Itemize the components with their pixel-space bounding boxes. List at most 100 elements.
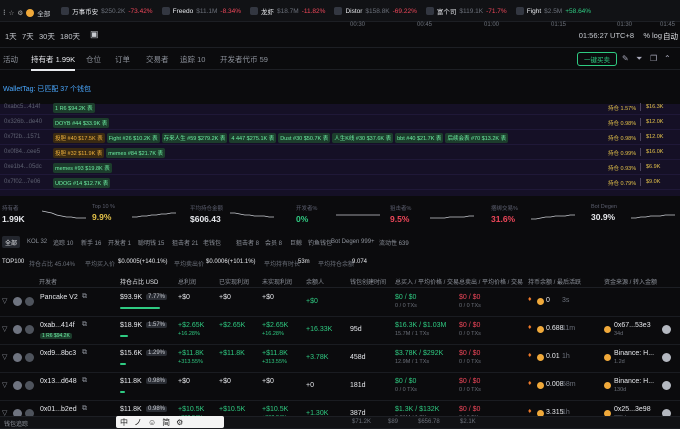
wallet-tag[interactable]: Dust #30 $50.7K 表 bbox=[278, 133, 331, 143]
holder-name[interactable]: Pancake V2 bbox=[40, 294, 78, 301]
wallet-address[interactable]: 0x7f2b...1571 bbox=[4, 134, 40, 140]
quick-buy-button[interactable]: 一键买卖 bbox=[577, 52, 617, 66]
ime-toolbar[interactable]: 中 ノ ☺ 简 ⚙ bbox=[116, 416, 224, 428]
filter-chip[interactable]: 老钱包 bbox=[200, 236, 224, 248]
ticker-filter[interactable]: 全部 bbox=[37, 8, 50, 18]
tab-orders[interactable]: 订单 bbox=[115, 54, 130, 65]
filter-chip[interactable]: 狙击者 21 bbox=[169, 236, 201, 248]
auto-toggle[interactable]: 自动 bbox=[663, 31, 678, 42]
filter-chip[interactable]: 追踪 10 bbox=[50, 236, 76, 248]
filter-icon[interactable]: ⏷ bbox=[636, 54, 645, 63]
filter-chip[interactable]: 巨鲸 bbox=[287, 236, 305, 248]
ticker-item[interactable]: 万事币安 $250.2K -73.42% bbox=[61, 0, 153, 21]
col-header[interactable]: 持仓占比 USD bbox=[120, 277, 158, 286]
settings-icon[interactable]: ⚙ bbox=[17, 9, 23, 17]
filter-chip[interactable]: Bot Degen 999+ bbox=[328, 236, 378, 248]
ticker-item[interactable]: 龙虾 $18.7M -11.82% bbox=[250, 0, 325, 21]
table-row[interactable]: ▽ 0xd9...8bc3 ⧉ $15.6K 1.29% +$11.8K +313.55% +… bbox=[0, 345, 680, 373]
wallet-tag-row[interactable]: 0xe1b4...05dc memes #93 $19.8K 表 持仓 0.93% $… bbox=[0, 160, 680, 175]
funding-source[interactable]: Binance: H... bbox=[614, 350, 654, 357]
funding-source[interactable]: 0x25...3e98 bbox=[614, 406, 651, 413]
table-row[interactable]: ▽ 0xab...414f ⧉ 1 R6 $94.2K $18.9K 1.57% +$2.6… bbox=[0, 317, 680, 345]
wallet-tracker-link[interactable]: 钱包追踪 bbox=[4, 419, 28, 428]
ticker-item[interactable]: Distor $158.8K -69.22% bbox=[334, 0, 417, 21]
wallet-address[interactable]: 0x0f84...cee5 bbox=[4, 149, 40, 155]
wallet-tag[interactable]: 人生K线 #30 $37.6K 表 bbox=[332, 133, 394, 143]
wallet-tag-row[interactable]: 0x0f84...cee5 投胆 #32 $11.9K 表 memes #84 $2… bbox=[0, 145, 680, 160]
tab-tracked[interactable]: 追踪 10 bbox=[180, 54, 205, 65]
wallet-tag-row[interactable]: 0x7f2b...1571 投胆 #40 $17.5K 表 Fight #26 $1… bbox=[0, 130, 680, 145]
col-header[interactable]: 总卖出 / 平均价格 / 交易 bbox=[459, 277, 523, 286]
wallet-tag[interactable]: 1 R6 $94.2K 表 bbox=[53, 103, 95, 113]
wallet-address[interactable]: 0x7f02...7e06 bbox=[4, 179, 40, 185]
col-header[interactable]: 总利润 bbox=[178, 277, 196, 286]
wallet-tag-row[interactable]: 0x7f02...7e06 UDOG #14 $12.7K 表 持仓 0.79% $9… bbox=[0, 175, 680, 190]
percent-toggle[interactable]: % bbox=[643, 31, 650, 40]
holder-name[interactable]: 0xd9...8bc3 bbox=[40, 350, 76, 357]
col-header[interactable]: 余额人 bbox=[306, 277, 324, 286]
wallet-tag[interactable]: 4 447 $275.1K 表 bbox=[229, 133, 277, 143]
ticker-item[interactable]: Freedo $11.1M -8.34% bbox=[161, 0, 241, 21]
wallet-tag[interactable]: 后续会表 #70 $13.2K 表 bbox=[445, 133, 509, 143]
table-row[interactable]: ▽ 0x13...d648 ⧉ $11.8K 0.98% +$0 +$0 +$0 +0 181d $… bbox=[0, 373, 680, 401]
tab-holders[interactable]: 持有者 1.99K bbox=[31, 54, 76, 71]
wallet-tag-row[interactable]: 0x326b...de40 DOYB #44 $33.9K 表 持仓 0.98% $1… bbox=[0, 115, 680, 130]
timeframe-30d[interactable]: 30天 bbox=[39, 31, 55, 42]
col-header[interactable]: 钱包创建时间 bbox=[350, 277, 386, 286]
tab-activity[interactable]: 活动 bbox=[3, 54, 18, 65]
filter-chip[interactable]: 会员 8 bbox=[262, 236, 285, 248]
col-header[interactable]: 已实现利润 bbox=[219, 277, 249, 286]
wallet-tag[interactable]: 存来人生 #59 $279.2K 表 bbox=[161, 133, 228, 143]
log-toggle[interactable]: log bbox=[652, 31, 662, 40]
col-header[interactable]: 未实现利润 bbox=[262, 277, 292, 286]
filter-chip[interactable]: 开发者 1 bbox=[105, 236, 134, 248]
wallet-tag[interactable]: UDOG #14 $12.7K 表 bbox=[53, 178, 111, 188]
wallet-address[interactable]: 0x326b...de40 bbox=[4, 119, 42, 125]
chevron-up-icon[interactable]: ⌃ bbox=[664, 54, 673, 63]
ticker-item[interactable]: Fight $2.5M +58.64% bbox=[515, 0, 591, 21]
wallet-tag[interactable]: 投胆 #32 $11.9K 表 bbox=[53, 148, 105, 158]
star-icon[interactable]: ☆ bbox=[9, 9, 15, 17]
wallet-tag[interactable]: memes #84 $21.7K 表 bbox=[106, 148, 166, 158]
ime-punct[interactable]: ノ bbox=[134, 417, 142, 428]
tab-positions[interactable]: 仓位 bbox=[86, 54, 101, 65]
edit-icon[interactable]: ✎ bbox=[622, 54, 631, 63]
holder-name[interactable]: 0xab...414f bbox=[40, 322, 75, 329]
filter-chip[interactable]: 狙击者 8 bbox=[233, 236, 262, 248]
ticker-menu[interactable]: ⁝ ☆ ⚙ 全部 bbox=[3, 2, 50, 22]
copy-icon[interactable]: ❐ bbox=[650, 54, 659, 63]
holder-name[interactable]: 0x01...b2ed bbox=[40, 406, 77, 413]
filter-chip[interactable]: 新手 16 bbox=[78, 236, 104, 248]
filter-chip[interactable]: KOL 32 bbox=[24, 236, 50, 248]
col-header[interactable]: 开发者 bbox=[39, 277, 57, 286]
holder-name[interactable]: 0x13...d648 bbox=[40, 378, 77, 385]
filter-chip[interactable]: 流动性 639 bbox=[376, 236, 412, 248]
tab-traders[interactable]: 交易者 bbox=[146, 54, 169, 65]
tab-dev-tokens[interactable]: 开发者代币 59 bbox=[220, 54, 268, 65]
calendar-icon[interactable]: ▣ bbox=[90, 29, 99, 40]
filter-chip[interactable]: 全部 bbox=[2, 236, 21, 248]
wallet-tag[interactable]: bbt #40 $21.7K 表 bbox=[395, 133, 444, 143]
timeframe-7d[interactable]: 7天 bbox=[22, 31, 34, 42]
filter-chip[interactable]: 聪明钱 15 bbox=[135, 236, 167, 248]
ticker-item[interactable]: 富个司 $119.1K -71.7% bbox=[425, 0, 507, 21]
table-row[interactable]: ▽ Pancake V2 ⧉ $93.9K 7.77% +$0 +$0 +$0 +$0 $0 / … bbox=[0, 289, 680, 317]
timeframe-180d[interactable]: 180天 bbox=[60, 31, 80, 42]
col-header[interactable]: 总买入 / 平均价格 / 交易 bbox=[395, 277, 459, 286]
gear-icon[interactable]: ⚙ bbox=[176, 418, 183, 427]
menu-icon[interactable]: ⁝ bbox=[3, 8, 6, 17]
wallet-tag[interactable]: 投胆 #40 $17.5K 表 bbox=[53, 133, 105, 143]
wallet-tag[interactable]: Fight #26 $10.2K 表 bbox=[106, 133, 160, 143]
col-header[interactable]: 持币余额 / 最后活跃 bbox=[528, 277, 581, 286]
funding-source[interactable]: 0x67...53e3 bbox=[614, 322, 651, 329]
emoji-icon[interactable]: ☺ bbox=[148, 418, 156, 427]
wallet-address[interactable]: 0xabc5...414f bbox=[4, 104, 40, 110]
wallet-tag[interactable]: memes #93 $19.8K 表 bbox=[53, 163, 112, 173]
wallet-address[interactable]: 0xe1b4...05dc bbox=[4, 164, 42, 170]
wallet-tag[interactable]: DOYB #44 $33.9K 表 bbox=[53, 118, 110, 128]
timeframe-1d[interactable]: 1天 bbox=[5, 31, 17, 42]
wallet-tag-row[interactable]: 0xabc5...414f 1 R6 $94.2K 表 持仓 1.57% $16.3K bbox=[0, 100, 680, 115]
col-header[interactable]: 资金来源 / 转入金额 bbox=[604, 277, 657, 286]
ime-lang[interactable]: 中 bbox=[120, 417, 128, 428]
funding-source[interactable]: Binance: H... bbox=[614, 378, 654, 385]
